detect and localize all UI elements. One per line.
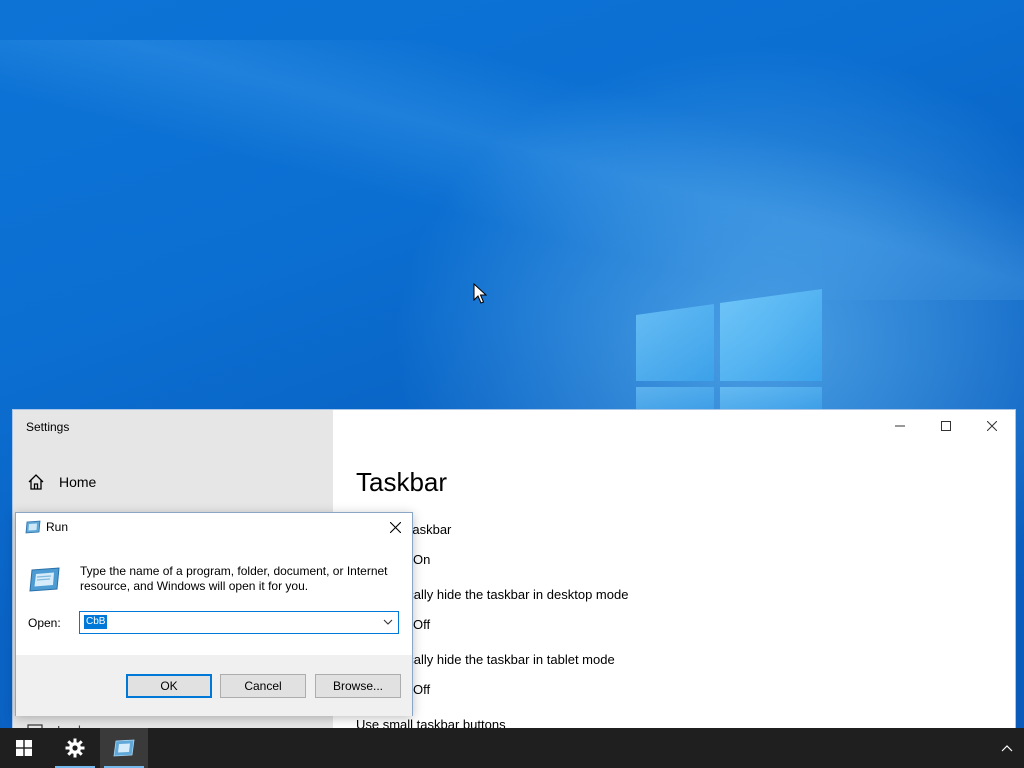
run-open-combobox[interactable]: CbB <box>79 611 399 634</box>
settings-window-controls <box>877 410 1015 442</box>
chevron-down-icon[interactable] <box>382 616 394 628</box>
page-title: Taskbar <box>356 467 448 497</box>
close-icon <box>389 521 401 533</box>
run-open-label-text: Open: <box>28 616 61 630</box>
run-footer: OK Cancel Browse... <box>16 655 412 716</box>
minimize-icon <box>895 425 905 427</box>
run-open-label: Open: <box>28 616 61 630</box>
taskbar-run-button[interactable] <box>100 728 148 768</box>
show-hidden-icons-button[interactable] <box>994 728 1020 768</box>
run-description: Type the name of a program, folder, docu… <box>80 564 388 593</box>
start-button[interactable] <box>0 728 48 768</box>
maximize-icon <box>941 421 951 431</box>
settings-gear-icon <box>65 738 85 758</box>
home-icon <box>28 474 44 490</box>
run-close-button[interactable] <box>384 517 406 537</box>
setting-autohide-tablet-state: Off <box>413 682 431 697</box>
close-button[interactable] <box>969 410 1015 442</box>
setting-lock-taskbar-state: On <box>413 552 431 567</box>
taskbar <box>0 728 1024 768</box>
start-icon <box>16 740 32 756</box>
run-app-icon <box>25 520 41 534</box>
nav-home[interactable]: Home <box>27 473 96 491</box>
run-program-icon <box>29 567 60 592</box>
run-ok-button[interactable]: OK <box>126 674 212 698</box>
nav-home-label: Home <box>59 474 97 490</box>
run-app-icon <box>113 739 135 757</box>
run-titlebar[interactable]: Run <box>16 513 412 541</box>
setting-autohide-desktop-state: Off <box>413 617 431 632</box>
maximize-button[interactable] <box>923 410 969 442</box>
wallpaper-light-beam <box>0 40 1024 300</box>
run-title: Run <box>46 520 69 534</box>
windows-logo-wallpaper-icon <box>636 289 822 415</box>
run-cancel-button[interactable]: Cancel <box>220 674 306 698</box>
show-hidden-icons-chevron <box>1001 745 1013 752</box>
run-open-input-value[interactable]: CbB <box>84 615 108 629</box>
run-dialog: Run Type the name of a program, folder, … <box>15 512 413 716</box>
settings-window-title: Settings <box>26 420 70 434</box>
minimize-button[interactable] <box>877 410 923 442</box>
run-browse-button[interactable]: Browse... <box>315 674 401 698</box>
close-icon <box>987 421 997 431</box>
taskbar-settings-button[interactable] <box>51 728 99 768</box>
mouse-cursor-icon <box>473 283 487 304</box>
